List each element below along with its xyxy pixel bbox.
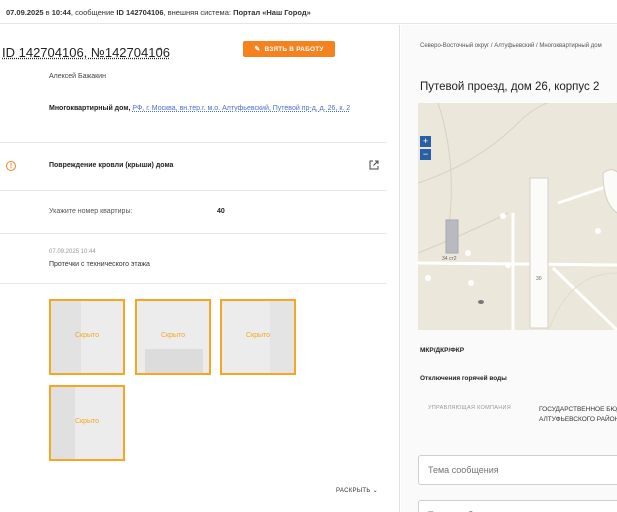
message-time: 10:44 [51, 8, 71, 17]
address-link[interactable]: РФ, г. Москва, вн.тер.г. м.о. Алтуфьевск… [132, 105, 350, 112]
divider [0, 233, 386, 234]
zoom-in-button[interactable]: + [420, 136, 431, 147]
warning-icon: ! [6, 161, 16, 171]
object-address-title: Путевой проезд, дом 26, корпус 2 [420, 81, 600, 93]
expand-button[interactable]: РАСКРЫТЬ ⌄ [336, 487, 378, 494]
pencil-icon: ✎ [254, 46, 261, 53]
author-name: Алексей Бажакин [49, 73, 106, 80]
photo-hidden-label: Скрыто [160, 332, 186, 339]
management-company-label: УПРАВЛЯЮЩАЯ КОМПАНИЯ [428, 405, 512, 411]
photo-thumbnail[interactable]: Скрыто [49, 299, 125, 375]
ticket-title[interactable]: ID 142704106, №142704106 [2, 45, 170, 60]
photo-hidden-label: Скрыто [74, 332, 100, 339]
photo-thumbnail[interactable]: Скрыто [135, 299, 211, 375]
zoom-out-button[interactable]: − [420, 149, 431, 160]
take-to-work-label: ВЗЯТЬ В РАБОТУ [264, 45, 324, 53]
breadcrumb: Северо-Восточный округ / Алтуфьевский / … [420, 43, 602, 49]
section-repair-programs: МКР/ДКР/ФКР [420, 347, 465, 354]
chevron-down-icon: ⌄ [372, 488, 378, 494]
building-label: 30 [536, 276, 542, 282]
apartment-label: Укажите номер квартиры: [49, 208, 133, 215]
management-company-value: ГОСУДАРСТВЕННОЕ БЮДЖЕТНОЕ АЛТУФЬЕВСКОГО … [539, 405, 617, 425]
photo-hidden-label: Скрыто [74, 418, 100, 425]
map-canvas [418, 103, 617, 330]
ticket-panel: ID 142704106, №142704106 ⌃ ✎ ВЗЯТЬ В РАБ… [0, 25, 400, 512]
divider [0, 142, 386, 143]
divider [0, 190, 386, 191]
subject-input[interactable] [418, 455, 617, 485]
map[interactable]: + − 34 ст2 30 [418, 103, 617, 330]
divider [0, 283, 386, 284]
expand-label: РАСКРЫТЬ [336, 488, 371, 494]
message-input[interactable] [418, 500, 617, 512]
address-type: Многоквартирный дом, [49, 105, 131, 112]
comment-date: 07.09.2025 10:44 [49, 249, 96, 255]
photo-thumbnail[interactable]: Скрыто [220, 299, 296, 375]
external-link-icon[interactable] [368, 159, 380, 171]
building-label: 34 ст2 [442, 256, 457, 262]
take-to-work-button[interactable]: ✎ ВЗЯТЬ В РАБОТУ [243, 41, 335, 57]
object-address: Многоквартирный дом, РФ, г. Москва, вн.т… [49, 104, 389, 114]
photo-thumbnail[interactable]: Скрыто [49, 385, 125, 461]
in-word: в [45, 8, 50, 17]
photo-hidden-label: Скрыто [245, 332, 271, 339]
section-hot-water-outages: Отключения горячей воды [420, 375, 507, 382]
management-company-line2: АЛТУФЬЕВСКОГО РАЙОНА [539, 416, 617, 423]
apartment-value: 40 [217, 208, 225, 215]
message-date: 07.09.2025 [6, 8, 44, 17]
management-company-line1: ГОСУДАРСТВЕННОЕ БЮДЖЕТНОЕ [539, 406, 617, 413]
message-id: ID 142704106 [116, 8, 164, 17]
message-info-bar: 07.09.2025 в 10:44, сообщение ID 1427041… [0, 0, 617, 24]
message-prefix: , сообщение [70, 8, 117, 17]
comment-text: Протечки с технического этажа [49, 261, 150, 268]
external-system: Портал «Наш Город» [233, 8, 311, 17]
chevron-up-icon[interactable]: ⌃ [156, 47, 164, 58]
problem-category: Повреждение кровли (крыши) дома [49, 162, 174, 169]
system-prefix: , внешняя система: [163, 8, 234, 17]
object-panel: Северо-Восточный округ / Алтуфьевский / … [401, 25, 617, 512]
